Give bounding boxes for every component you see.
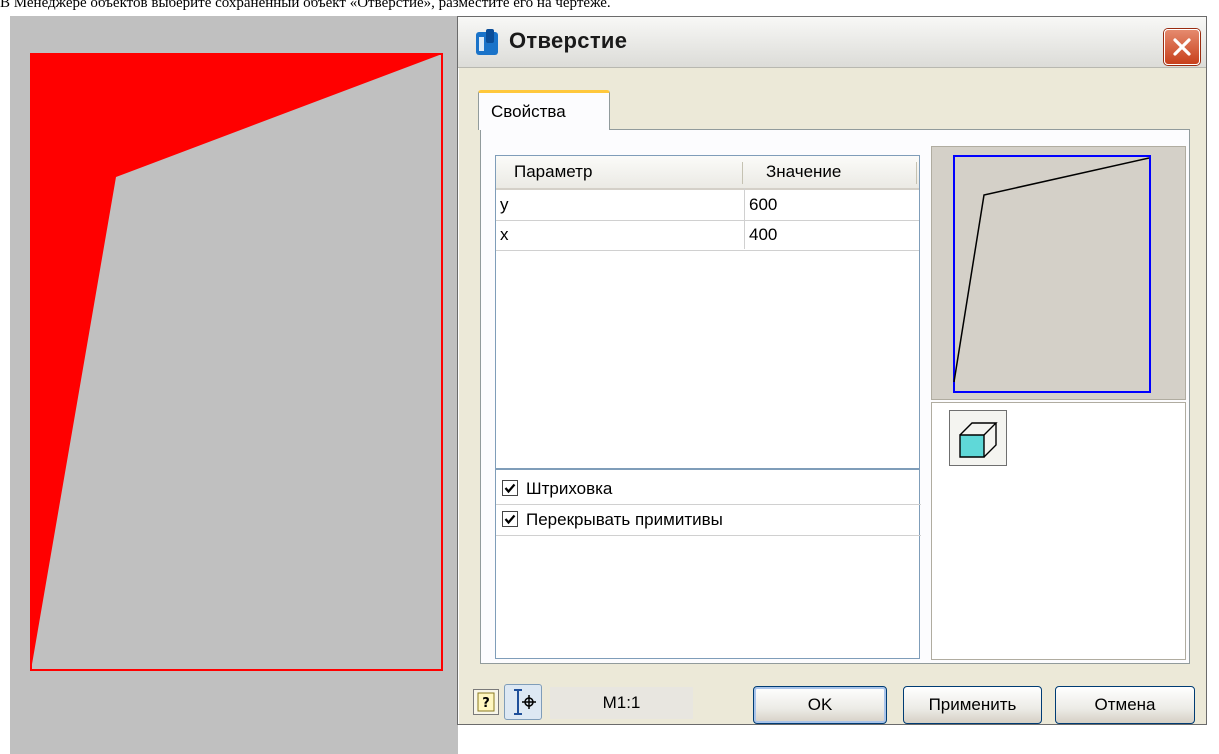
header-value[interactable]: Значение	[766, 162, 841, 182]
option-label: Штриховка	[526, 479, 613, 498]
tab-properties[interactable]: Свойства	[478, 90, 610, 130]
tab-label: Свойства	[491, 102, 566, 121]
drawing-canvas[interactable]	[10, 16, 458, 754]
table-header: Параметр Значение	[496, 156, 919, 190]
hole-object-drawing	[30, 53, 443, 671]
option-overlap-primitives[interactable]: Перекрывать примитивы	[496, 505, 921, 536]
shape-preview	[931, 146, 1186, 400]
close-button[interactable]	[1164, 29, 1200, 65]
param-name: x	[500, 225, 509, 244]
svg-text:?: ?	[482, 696, 490, 711]
table-row[interactable]: x 400	[496, 220, 919, 251]
hatch-fill	[31, 54, 442, 670]
close-icon	[1173, 38, 1191, 56]
scale-display: М1:1	[550, 687, 693, 719]
checkbox-checked-icon[interactable]	[502, 480, 518, 496]
preview-frame	[953, 155, 1151, 393]
parameter-table: Параметр Значение y 600 x 400	[495, 155, 920, 469]
checkbox-checked-icon[interactable]	[502, 511, 518, 527]
param-value[interactable]: 400	[749, 225, 777, 245]
help-button[interactable]: ?	[473, 689, 499, 715]
3d-cube-icon	[959, 422, 998, 458]
help-icon: ?	[477, 692, 495, 712]
scale-value: М1:1	[602, 693, 641, 712]
view-panel	[931, 402, 1186, 660]
options-list: Штриховка Перекрывать примитивы	[495, 469, 921, 659]
ok-button[interactable]: OK	[753, 686, 887, 724]
titlebar[interactable]: Отверстие	[458, 17, 1206, 68]
3d-view-button[interactable]	[949, 410, 1007, 466]
header-parameter[interactable]: Параметр	[514, 162, 592, 182]
option-hatching[interactable]: Штриховка	[496, 474, 921, 505]
app-logo-icon	[476, 29, 498, 55]
snap-button[interactable]	[504, 684, 542, 720]
hole-dialog: Отверстие Свойства Параметр Значение y 6…	[457, 16, 1207, 725]
document-caption: В Менеджере объектов выберите сохраненны…	[0, 0, 611, 11]
cancel-button[interactable]: Отмена	[1055, 686, 1195, 724]
bottom-toolbar: ? М1:1 OK Применить Отмена	[458, 672, 1206, 724]
dialog-title: Отверстие	[509, 28, 628, 53]
param-value[interactable]: 600	[749, 195, 777, 215]
apply-button[interactable]: Применить	[903, 686, 1042, 724]
option-label: Перекрывать примитивы	[526, 510, 723, 529]
table-row[interactable]: y 600	[496, 190, 919, 221]
snap-point-icon	[514, 689, 536, 715]
param-name: y	[500, 195, 509, 214]
preview-shape	[953, 155, 1151, 393]
preview-contour	[953, 157, 1150, 383]
